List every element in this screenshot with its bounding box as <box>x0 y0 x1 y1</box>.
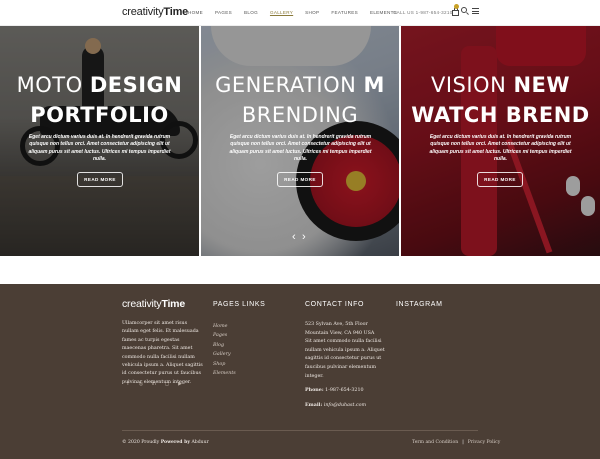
site-logo[interactable]: creativityTime <box>122 6 188 18</box>
footer-link-gallery[interactable]: Gallery <box>213 350 236 359</box>
email-label: Email: <box>305 401 323 408</box>
legal-links: Term and Condition | Privacy Policy <box>412 440 500 445</box>
legal-separator: | <box>462 440 464 445</box>
slide-description: Eget arcu dictum varius duis at. In hend… <box>229 134 372 163</box>
shopping-bag-icon[interactable] <box>451 4 460 16</box>
slide-description: Eget arcu dictum varius duis at. In hend… <box>28 134 171 163</box>
slide-vision-new: VISION NEW WATCH BREND Eget arcu dictum … <box>401 26 600 256</box>
slide-generation-m: GENERATION M BRENDING Eget arcu dictum v… <box>201 26 399 256</box>
email-value[interactable]: info@duhast.com <box>324 403 366 408</box>
pages-links-list: Home Pages Blog Gallery Shop Elements <box>213 322 236 378</box>
contact-email-row: Email: info@duhast.com <box>305 401 390 411</box>
linkedin-icon[interactable]: in <box>151 381 157 387</box>
call-us-text: CALL US 1-987-654-3210 <box>393 10 453 15</box>
nav-blog[interactable]: BLOG <box>244 10 258 15</box>
hamburger-menu-icon[interactable] <box>472 7 481 16</box>
nav-home[interactable]: HOME <box>188 10 203 15</box>
social-links: f ◎ in ◻ ▶ <box>125 381 183 387</box>
prev-arrow-icon[interactable]: ‹ <box>292 232 296 243</box>
nav-pages[interactable]: PAGES <box>215 10 232 15</box>
footer-link-elements[interactable]: Elements <box>213 369 236 378</box>
read-more-button[interactable]: READ MORE <box>77 172 123 187</box>
footer-link-shop[interactable]: Shop <box>213 360 236 369</box>
youtube-icon[interactable]: ▶ <box>177 381 183 387</box>
main-nav: HOME PAGES BLOG GALLERY SHOP FEATURES EL… <box>188 10 409 15</box>
site-header: creativityTime HOME PAGES BLOG GALLERY S… <box>0 0 600 26</box>
slide-title: GENERATION M BRENDING <box>215 73 385 127</box>
slide-moto-design: MOTO DESIGN PORTFOLIO Eget arcu dictum v… <box>0 26 199 256</box>
phone-label: Phone: <box>305 387 324 394</box>
site-footer: creativityTime Ullamcorper sit amet risu… <box>0 284 600 459</box>
pinterest-icon[interactable]: ◻ <box>164 381 170 387</box>
footer-link-home[interactable]: Home <box>213 322 236 331</box>
slide-title: VISION NEW WATCH BREND <box>411 73 590 127</box>
nav-features[interactable]: FEATURES <box>331 10 358 15</box>
facebook-icon[interactable]: f <box>125 381 131 387</box>
instagram-icon[interactable]: ◎ <box>138 381 144 387</box>
pages-links-heading: PAGES LINKS <box>213 301 266 308</box>
read-more-button[interactable]: READ MORE <box>277 172 323 187</box>
hero-slider: MOTO DESIGN PORTFOLIO Eget arcu dictum v… <box>0 26 600 256</box>
slide-title: MOTO DESIGN PORTFOLIO <box>16 73 183 127</box>
footer-logo[interactable]: creativityTime <box>122 298 185 310</box>
terms-link[interactable]: Term and Condition <box>412 440 458 445</box>
privacy-link[interactable]: Privacy Policy <box>468 440 501 445</box>
footer-link-blog[interactable]: Blog <box>213 341 236 350</box>
instagram-heading: INSTAGRAM <box>396 301 443 308</box>
copyright-text: © 2020 Proudly Powered by Abduur <box>122 440 209 445</box>
contact-info-heading: CONTACT INFO <box>305 301 365 308</box>
next-arrow-icon[interactable]: › <box>302 232 306 243</box>
contact-address: 523 Sylvan Ave, 5th Floor Mountain View,… <box>305 322 375 336</box>
contact-info: 523 Sylvan Ave, 5th Floor Mountain View,… <box>305 321 390 410</box>
contact-phone-row: Phone: 1-987-654-3210 <box>305 386 390 396</box>
read-more-button[interactable]: READ MORE <box>477 172 523 187</box>
search-icon[interactable] <box>461 7 470 16</box>
phone-value[interactable]: 1-987-654-3210 <box>325 388 363 393</box>
contact-text: Sit amet commodo nulla facilisi nullam v… <box>305 339 385 379</box>
nav-gallery[interactable]: GALLERY <box>270 10 293 15</box>
slide-description: Eget arcu dictum varius duis at. In hend… <box>429 134 572 163</box>
footer-link-pages[interactable]: Pages <box>213 331 236 340</box>
footer-about-text: Ullamcorper sit amet risus nullam eget f… <box>122 321 203 385</box>
nav-shop[interactable]: SHOP <box>305 10 319 15</box>
footer-divider <box>122 430 478 431</box>
